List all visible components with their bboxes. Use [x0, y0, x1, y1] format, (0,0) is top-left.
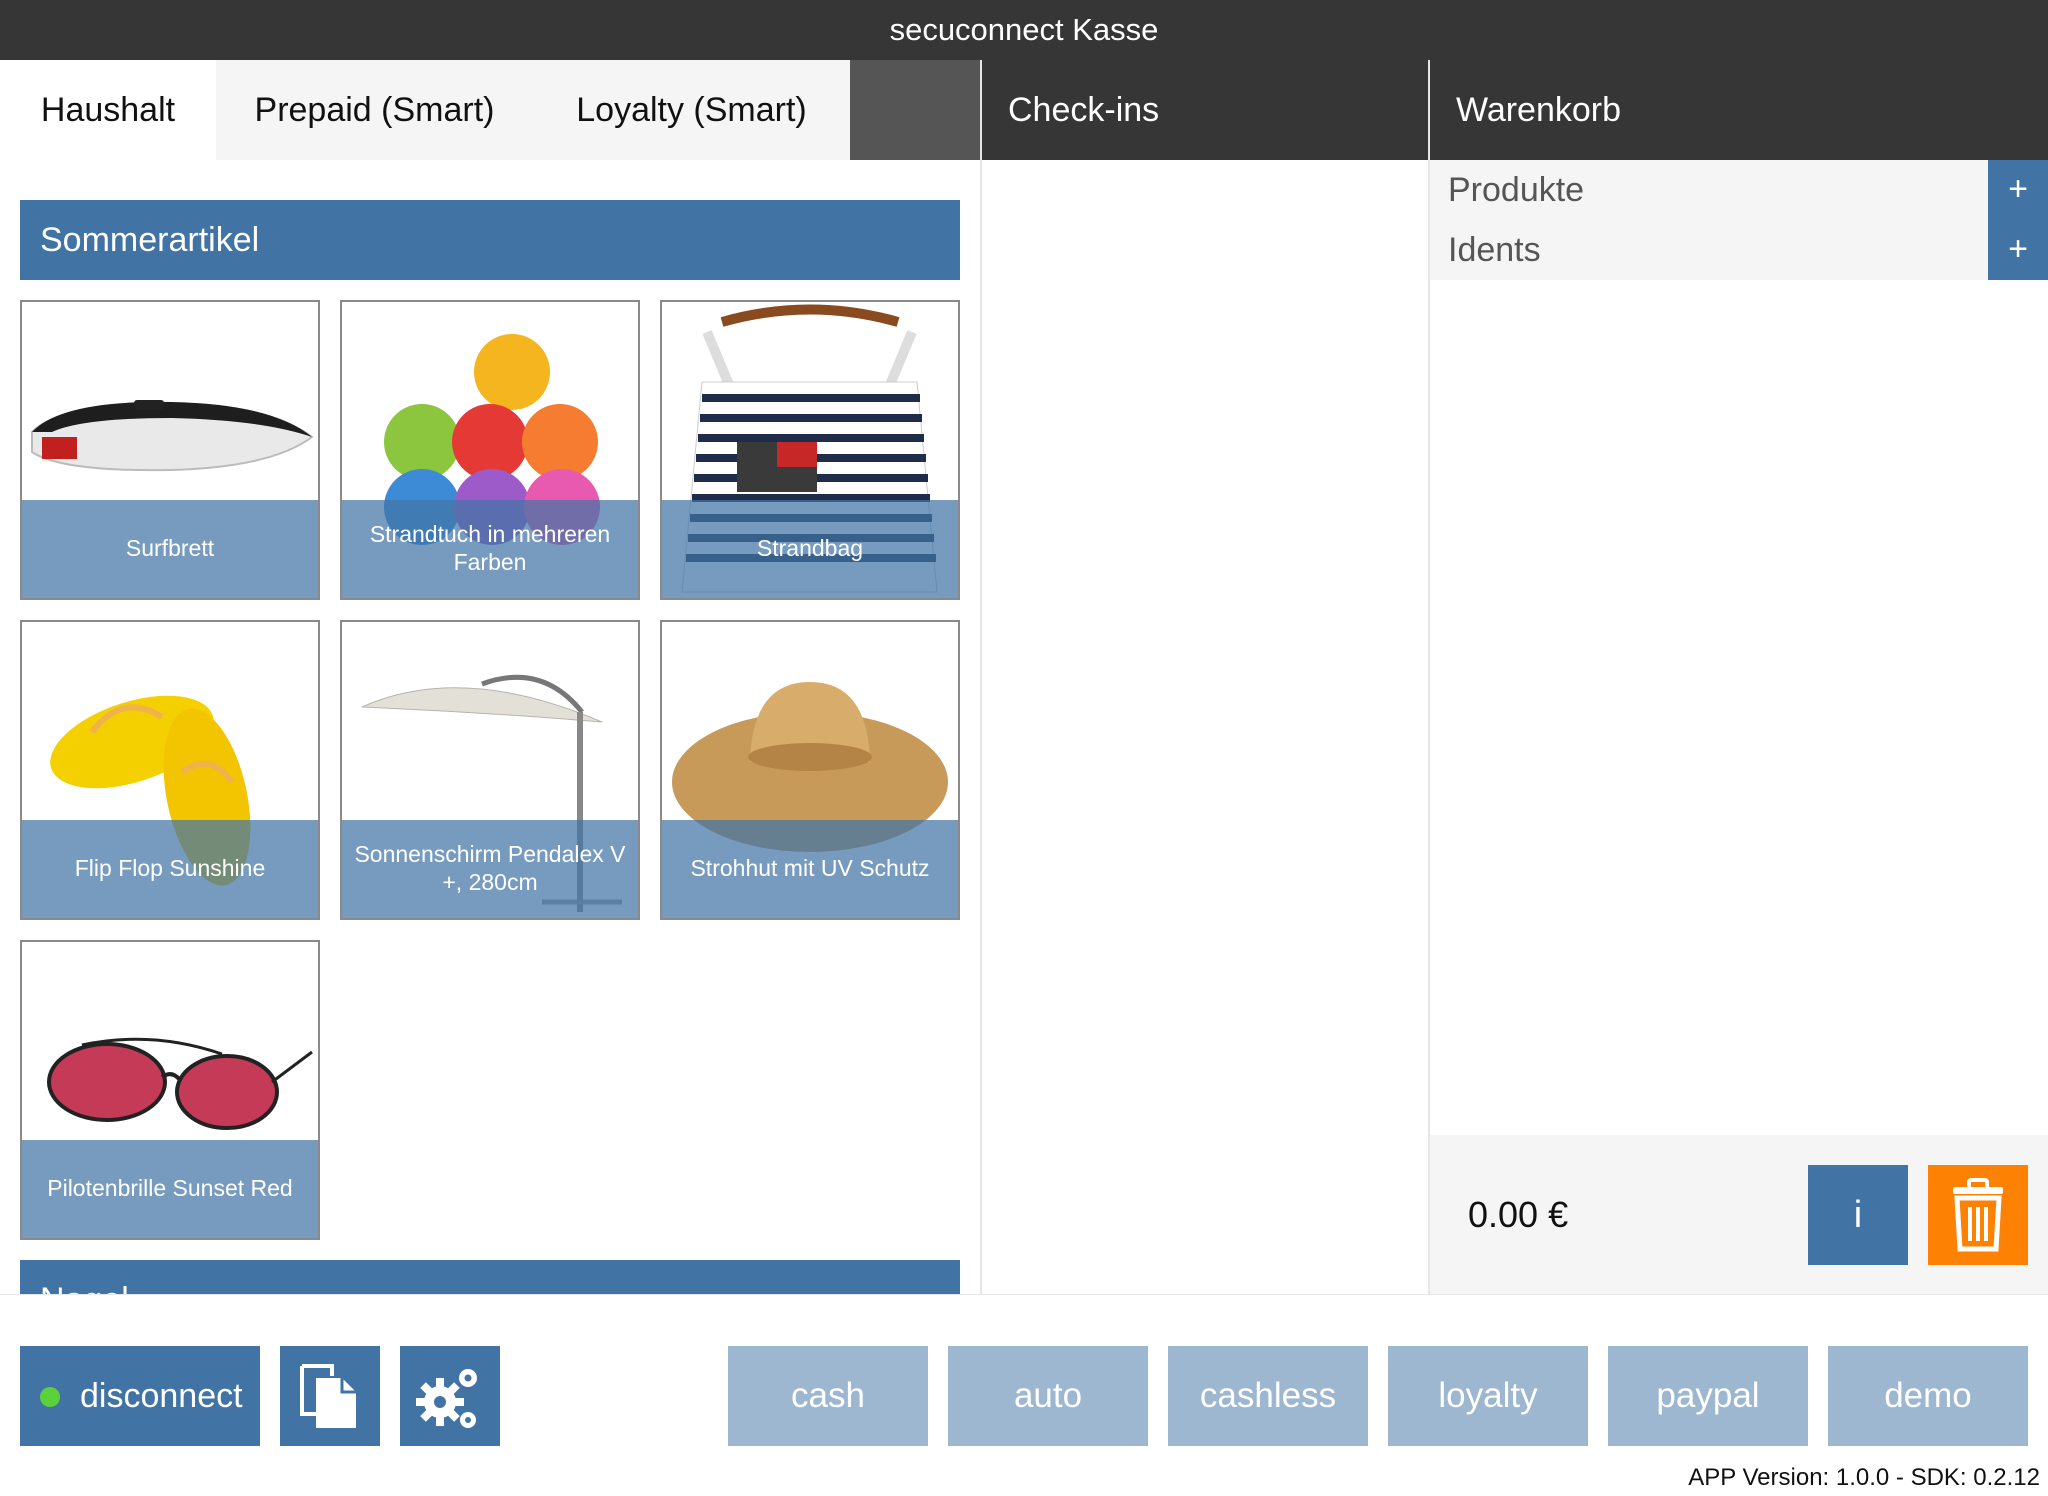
product-name: Strandbag — [662, 500, 958, 598]
payment-button-cash[interactable]: cash — [728, 1346, 928, 1446]
bottom-toolbar: disconnect cash auto cashless loyalty pa… — [0, 1294, 2048, 1496]
documents-button[interactable] — [280, 1346, 380, 1446]
header-bar: Haushalt Prepaid (Smart) Loyalty (Smart)… — [0, 60, 2048, 160]
product-catalog: Sommerartikel Surfbrett Strandtuch in me… — [0, 160, 980, 1294]
product-name: Surfbrett — [22, 500, 318, 598]
settings-button[interactable] — [400, 1346, 500, 1446]
product-tile-flip-flop[interactable]: Flip Flop Sunshine — [20, 620, 320, 920]
app-title: secuconnect Kasse — [0, 0, 2048, 60]
cart-row-idents: Idents + — [1430, 220, 2048, 280]
disconnect-button[interactable]: disconnect — [20, 1346, 260, 1446]
product-name: Strandtuch in mehreren Farben — [342, 500, 638, 598]
cart-panel: Produkte + Idents + 0.00 € i — [1430, 160, 2048, 1294]
checkins-panel — [982, 160, 1428, 1294]
add-product-button[interactable]: + — [1988, 160, 2048, 220]
product-tile-sonnenschirm[interactable]: Sonnenschirm Pendalex V +, 280cm — [340, 620, 640, 920]
product-tile-strandtuch[interactable]: Strandtuch in mehreren Farben — [340, 300, 640, 600]
documents-icon — [300, 1364, 356, 1428]
info-button[interactable]: i — [1808, 1165, 1908, 1265]
product-tile-strohhut[interactable]: Strohhut mit UV Schutz — [660, 620, 960, 920]
gears-icon — [416, 1369, 477, 1428]
product-name: Sonnenschirm Pendalex V +, 280cm — [342, 820, 638, 918]
product-name: Pilotenbrille Sunset Red — [22, 1140, 318, 1238]
cart-total: 0.00 € — [1468, 1194, 1569, 1235]
product-tile-pilotenbrille[interactable]: Pilotenbrille Sunset Red — [20, 940, 320, 1240]
payment-button-auto[interactable]: auto — [948, 1346, 1148, 1446]
section-header-sommerartikel[interactable]: Sommerartikel — [20, 200, 960, 280]
product-tile-surfbrett[interactable]: Surfbrett — [20, 300, 320, 600]
panel-divider — [980, 160, 982, 1294]
tab-loyalty-smart[interactable]: Loyalty (Smart) — [533, 60, 850, 160]
add-ident-button[interactable]: + — [1988, 220, 2048, 280]
tab-bar-filler — [850, 60, 980, 160]
cart-row-label: Idents — [1448, 231, 1541, 269]
checkins-title: Check-ins — [980, 60, 1428, 160]
clear-cart-button[interactable] — [1928, 1165, 2028, 1265]
cart-title: Warenkorb — [1428, 60, 2048, 160]
cart-footer: 0.00 € i — [1430, 1135, 2048, 1294]
cart-row-produkte: Produkte + — [1430, 160, 2048, 220]
cart-row-label: Produkte — [1448, 171, 1585, 209]
payment-button-cashless[interactable]: cashless — [1168, 1346, 1368, 1446]
version-info: APP Version: 1.0.0 - SDK: 0.2.12 — [1688, 1464, 2040, 1491]
tab-prepaid-smart[interactable]: Prepaid (Smart) — [216, 60, 533, 160]
trash-icon — [1953, 1178, 2003, 1252]
disconnect-label: disconnect — [80, 1377, 243, 1415]
connection-status-icon — [40, 1387, 60, 1407]
product-tile-strandbag[interactable]: Strandbag — [660, 300, 960, 600]
payment-button-demo[interactable]: demo — [1828, 1346, 2028, 1446]
payment-button-paypal[interactable]: paypal — [1608, 1346, 1808, 1446]
product-name: Flip Flop Sunshine — [22, 820, 318, 918]
tab-haushalt[interactable]: Haushalt — [0, 60, 216, 160]
product-name: Strohhut mit UV Schutz — [662, 820, 958, 918]
payment-button-loyalty[interactable]: loyalty — [1388, 1346, 1588, 1446]
section-header-next[interactable]: Nagel — [20, 1260, 960, 1294]
